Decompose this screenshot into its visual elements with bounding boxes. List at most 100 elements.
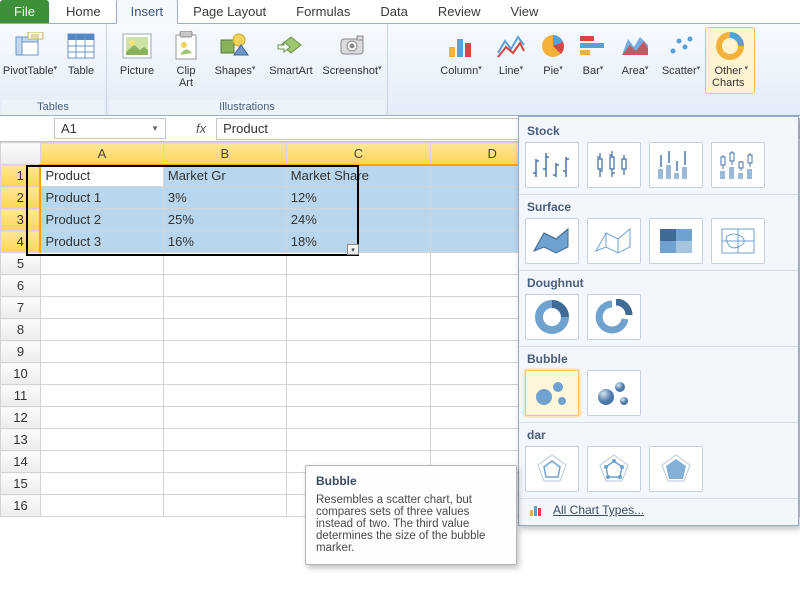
chart-type-radar-filled[interactable] xyxy=(649,446,703,492)
cell-A9[interactable] xyxy=(40,341,163,363)
chart-type-surface-wire[interactable] xyxy=(587,218,641,264)
tab-review[interactable]: Review xyxy=(423,0,496,23)
cell-B12[interactable] xyxy=(163,407,286,429)
area-chart-button[interactable]: Area▾ xyxy=(613,27,657,94)
cell-B14[interactable] xyxy=(163,451,286,473)
cell-B6[interactable] xyxy=(163,275,286,297)
cell-B1[interactable]: Market Gr xyxy=(163,165,286,187)
chart-type-stock-hlc[interactable] xyxy=(525,142,579,188)
row-header-2[interactable]: 2 xyxy=(1,187,41,209)
row-header-3[interactable]: 3 xyxy=(1,209,41,231)
cell-A5[interactable] xyxy=(40,253,163,275)
cell-B16[interactable] xyxy=(163,495,286,517)
pie-chart-button[interactable]: Pie▾ xyxy=(533,27,573,94)
cell-B9[interactable] xyxy=(163,341,286,363)
cell-A13[interactable] xyxy=(40,429,163,451)
chart-type-doughnut[interactable] xyxy=(525,294,579,340)
cell-B8[interactable] xyxy=(163,319,286,341)
smartart-button[interactable]: SmartArt xyxy=(263,27,319,94)
cell-A15[interactable] xyxy=(40,473,163,495)
col-header-B[interactable]: B xyxy=(163,143,286,165)
tab-home[interactable]: Home xyxy=(51,0,116,23)
autofilter-handle[interactable]: ▾ xyxy=(347,244,359,255)
scatter-chart-button[interactable]: Scatter▾ xyxy=(657,27,705,94)
cell-B15[interactable] xyxy=(163,473,286,495)
table-button[interactable]: Table xyxy=(58,27,104,94)
row-header-8[interactable]: 8 xyxy=(1,319,41,341)
cell-B5[interactable] xyxy=(163,253,286,275)
cell-C5[interactable] xyxy=(286,253,430,275)
chart-type-surface-contour-wire[interactable] xyxy=(711,218,765,264)
row-header-12[interactable]: 12 xyxy=(1,407,41,429)
row-header-15[interactable]: 15 xyxy=(1,473,41,495)
tab-insert[interactable]: Insert xyxy=(116,0,179,24)
picture-button[interactable]: Picture xyxy=(109,27,165,94)
chart-type-surface-3d[interactable] xyxy=(525,218,579,264)
cell-A1[interactable]: Product xyxy=(40,165,163,187)
cell-B2[interactable]: 3% xyxy=(163,187,286,209)
chart-type-bubble-3d[interactable] xyxy=(587,370,641,416)
row-header-7[interactable]: 7 xyxy=(1,297,41,319)
file-tab[interactable]: File xyxy=(0,0,49,23)
cell-C9[interactable] xyxy=(286,341,430,363)
chart-type-bubble[interactable] xyxy=(525,370,579,416)
cell-C8[interactable] xyxy=(286,319,430,341)
cell-A12[interactable] xyxy=(40,407,163,429)
col-header-C[interactable]: C xyxy=(286,143,430,165)
cell-C12[interactable] xyxy=(286,407,430,429)
tab-view[interactable]: View xyxy=(495,0,553,23)
screenshot-button[interactable]: Screenshot▾ xyxy=(319,27,385,94)
row-header-1[interactable]: 1 xyxy=(1,165,41,187)
cell-B13[interactable] xyxy=(163,429,286,451)
name-box[interactable]: A1 ▼ xyxy=(54,118,166,139)
cell-A6[interactable] xyxy=(40,275,163,297)
other-charts-button[interactable]: Other Charts▾ xyxy=(705,27,755,94)
tab-formulas[interactable]: Formulas xyxy=(281,0,365,23)
cell-A2[interactable]: Product 1 xyxy=(40,187,163,209)
cell-C13[interactable] xyxy=(286,429,430,451)
row-header-16[interactable]: 16 xyxy=(1,495,41,517)
cell-A3[interactable]: Product 2 xyxy=(40,209,163,231)
tab-data[interactable]: Data xyxy=(365,0,422,23)
shapes-button[interactable]: Shapes▾ xyxy=(207,27,263,94)
row-header-10[interactable]: 10 xyxy=(1,363,41,385)
cell-B4[interactable]: 16% xyxy=(163,231,286,253)
cell-A11[interactable] xyxy=(40,385,163,407)
clipart-button[interactable]: Clip Art xyxy=(165,27,207,94)
row-header-5[interactable]: 5 xyxy=(1,253,41,275)
chart-type-stock-ohlc[interactable] xyxy=(587,142,641,188)
cell-B7[interactable] xyxy=(163,297,286,319)
tab-page-layout[interactable]: Page Layout xyxy=(178,0,281,23)
cell-C10[interactable] xyxy=(286,363,430,385)
chart-type-stock-vhlc[interactable] xyxy=(649,142,703,188)
cell-B11[interactable] xyxy=(163,385,286,407)
cell-C3[interactable]: 24% xyxy=(286,209,430,231)
cell-A4[interactable]: Product 3 xyxy=(40,231,163,253)
cell-A14[interactable] xyxy=(40,451,163,473)
chart-type-doughnut-exploded[interactable] xyxy=(587,294,641,340)
cell-C1[interactable]: Market Share xyxy=(286,165,430,187)
column-chart-button[interactable]: Column▾ xyxy=(433,27,489,94)
chart-type-surface-contour[interactable] xyxy=(649,218,703,264)
row-header-11[interactable]: 11 xyxy=(1,385,41,407)
pivottable-button[interactable]: PivotTable▾ xyxy=(2,27,58,94)
cell-A7[interactable] xyxy=(40,297,163,319)
cell-A10[interactable] xyxy=(40,363,163,385)
chart-type-stock-vohlc[interactable] xyxy=(711,142,765,188)
select-all-cell[interactable] xyxy=(1,143,41,165)
cell-C6[interactable] xyxy=(286,275,430,297)
cell-A8[interactable] xyxy=(40,319,163,341)
col-header-A[interactable]: A xyxy=(40,143,163,165)
cell-A16[interactable] xyxy=(40,495,163,517)
bar-chart-button[interactable]: Bar▾ xyxy=(573,27,613,94)
row-header-4[interactable]: 4 xyxy=(1,231,41,253)
row-header-14[interactable]: 14 xyxy=(1,451,41,473)
chart-type-radar-markers[interactable] xyxy=(587,446,641,492)
row-header-6[interactable]: 6 xyxy=(1,275,41,297)
row-header-9[interactable]: 9 xyxy=(1,341,41,363)
all-chart-types-link[interactable]: All Chart Types... xyxy=(519,498,798,521)
row-header-13[interactable]: 13 xyxy=(1,429,41,451)
cell-C2[interactable]: 12% xyxy=(286,187,430,209)
line-chart-button[interactable]: Line▾ xyxy=(489,27,533,94)
cell-B3[interactable]: 25% xyxy=(163,209,286,231)
